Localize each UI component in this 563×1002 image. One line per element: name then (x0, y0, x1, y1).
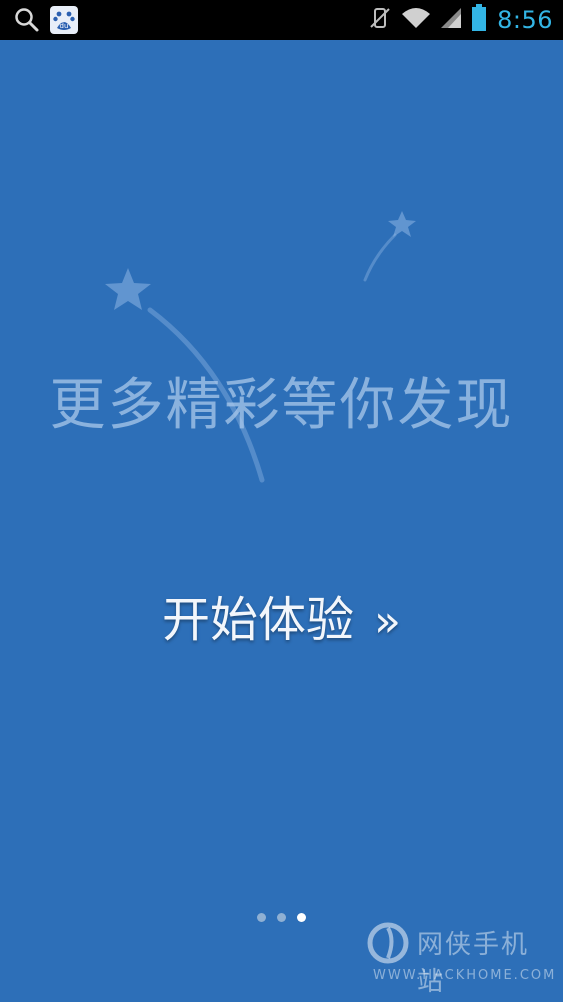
status-bar: du 8:56 (0, 0, 563, 40)
headline: 更多精彩等你发现 (49, 373, 514, 438)
signal-icon (441, 6, 462, 34)
watermark-url: WWW.HACKHOME.COM (373, 968, 557, 983)
vibrate-icon (369, 5, 391, 35)
page-dot (277, 913, 286, 922)
page-indicator (257, 913, 306, 922)
start-button-label: 开始体验 (162, 592, 355, 648)
battery-icon (471, 4, 487, 36)
start-experience-button[interactable]: 开始体验 » (0, 580, 563, 650)
baidu-app-icon[interactable]: du (50, 6, 78, 38)
search-icon[interactable] (14, 7, 40, 37)
intro-page[interactable]: 更多精彩等你发现 开始体验 » 网侠手机站 WWW.HACKHOME.COM (0, 40, 563, 1002)
watermark: 网侠手机站 WWW.HACKHOME.COM (365, 916, 557, 997)
hackhome-logo-icon (367, 922, 409, 964)
watermark-title: 网侠手机站 (417, 930, 530, 997)
page-dot (257, 913, 266, 922)
svg-text:du: du (60, 22, 69, 30)
page-dot-active (297, 913, 306, 922)
wifi-icon (401, 6, 431, 34)
clock: 8:56 (497, 6, 553, 34)
star-icon (105, 268, 151, 310)
double-chevron-right-icon: » (374, 596, 401, 647)
shooting-stars-decoration (105, 211, 416, 483)
star-icon (388, 211, 416, 237)
